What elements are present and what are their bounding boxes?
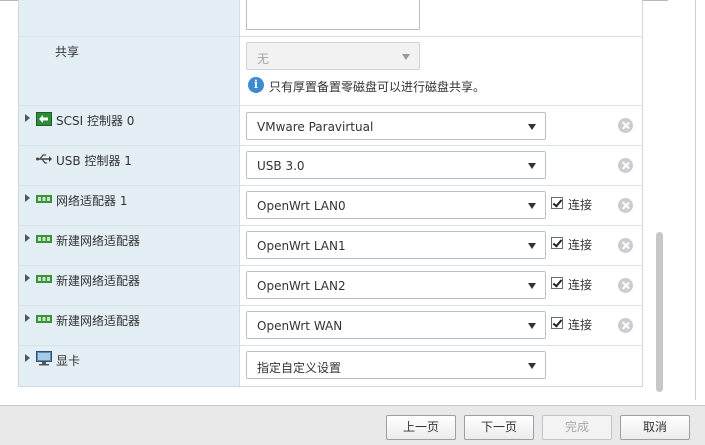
expand-chevron-icon[interactable]	[25, 234, 30, 242]
dialog-edge	[695, 0, 696, 400]
row-label: 新建网络适配器	[19, 266, 240, 305]
row-label: 显卡	[19, 346, 240, 386]
finish-button[interactable]: 完成	[542, 415, 612, 440]
expand-chevron-icon[interactable]	[25, 274, 30, 282]
row-sharing: 共享 无	[19, 37, 642, 106]
remove-icon[interactable]	[618, 118, 633, 133]
remove-icon[interactable]	[618, 238, 633, 253]
expand-chevron-icon[interactable]	[25, 194, 30, 202]
row-label: SCSI 控制器 0	[19, 106, 240, 145]
scsi-type-select[interactable]: VMware Paravirtual	[246, 112, 546, 140]
network-value: OpenWrt LAN1	[257, 239, 346, 253]
expand-chevron-icon[interactable]	[25, 114, 30, 122]
prev-page-button[interactable]: 上一页	[386, 415, 456, 440]
expand-chevron-icon[interactable]	[25, 354, 30, 362]
row-new-network-adapter: 新建网络适配器 OpenWrt LAN2 连接	[19, 266, 642, 306]
connect-label: 连接	[568, 318, 593, 332]
monitor-icon	[36, 351, 52, 366]
checkbox-checked[interactable]	[551, 237, 563, 249]
remove-icon[interactable]	[618, 318, 633, 333]
network-adapter-icon	[36, 275, 52, 283]
network-value: OpenWrt LAN0	[257, 199, 346, 213]
chevron-down-icon	[528, 243, 536, 249]
info-icon: i	[248, 77, 264, 93]
chevron-down-icon	[528, 163, 536, 169]
virtual-hardware-panel: 共享 无 i 只有厚置备置零磁盘可以进行磁盘共享。 SCSI 控制器 0 VMw…	[18, 0, 643, 387]
chevron-down-icon	[402, 54, 410, 60]
scsi-type-value: VMware Paravirtual	[257, 120, 374, 134]
row-previous-field	[19, 0, 642, 37]
sharing-select: 无	[246, 42, 420, 70]
row-new-network-adapter: 新建网络适配器 OpenWrt WAN 连接	[19, 306, 642, 346]
scsi-controller-icon	[36, 112, 52, 126]
scsi-label: SCSI 控制器 0	[56, 114, 135, 128]
network-select[interactable]: OpenWrt LAN0	[246, 191, 546, 219]
network-select[interactable]: OpenWrt LAN1	[246, 231, 546, 259]
row-label: USB 控制器 1	[19, 146, 240, 185]
chevron-down-icon	[528, 323, 536, 329]
network-adapter-icon	[36, 195, 52, 203]
network-adapter-label: 网络适配器 1	[56, 194, 128, 208]
row-new-network-adapter: 新建网络适配器 OpenWrt LAN1 连接	[19, 226, 642, 266]
chevron-down-icon	[528, 363, 536, 369]
remove-icon[interactable]	[618, 278, 633, 293]
chevron-down-icon	[528, 124, 536, 130]
row-scsi-controller: SCSI 控制器 0 VMware Paravirtual	[19, 106, 642, 146]
network-value: OpenWrt LAN2	[257, 279, 346, 293]
connect-label: 连接	[568, 198, 593, 212]
cancel-button[interactable]: 取消	[620, 415, 690, 440]
sharing-info-text: 只有厚置备置零磁盘可以进行磁盘共享。	[269, 80, 486, 94]
remove-icon[interactable]	[618, 158, 633, 173]
connect-label: 连接	[568, 238, 593, 252]
sharing-label: 共享	[55, 45, 80, 59]
vm-settings-dialog: 共享 无 i 只有厚置备置零磁盘可以进行磁盘共享。 SCSI 控制器 0 VMw…	[0, 0, 705, 445]
next-page-button[interactable]: 下一页	[464, 415, 534, 440]
video-card-label: 显卡	[56, 354, 81, 368]
remove-icon[interactable]	[618, 198, 633, 213]
scrollbar-thumb[interactable]	[656, 232, 663, 392]
video-settings-select[interactable]: 指定自定义设置	[246, 351, 546, 379]
row-video-card: 显卡 指定自定义设置	[19, 346, 642, 386]
previous-input[interactable]	[246, 0, 420, 30]
network-select[interactable]: OpenWrt WAN	[246, 311, 546, 339]
network-adapter-label: 新建网络适配器	[56, 234, 141, 248]
usb-type-value: USB 3.0	[257, 159, 305, 173]
chevron-down-icon	[528, 283, 536, 289]
row-network-adapter-1: 网络适配器 1 OpenWrt LAN0 连接	[19, 186, 642, 226]
usb-icon	[36, 154, 52, 164]
network-adapter-icon	[36, 315, 52, 323]
usb-type-select[interactable]: USB 3.0	[246, 151, 546, 179]
network-select[interactable]: OpenWrt LAN2	[246, 271, 546, 299]
network-adapter-icon	[36, 235, 52, 243]
connect-label: 连接	[568, 278, 593, 292]
network-adapter-label: 新建网络适配器	[56, 314, 141, 328]
sharing-value: 无	[257, 52, 270, 66]
row-label: 网络适配器 1	[19, 186, 240, 225]
network-value: OpenWrt WAN	[257, 319, 343, 333]
network-adapter-label: 新建网络适配器	[56, 274, 141, 288]
dialog-footer: 上一页 下一页 完成 取消	[0, 405, 705, 445]
row-label: 新建网络适配器	[19, 306, 240, 345]
expand-chevron-icon[interactable]	[25, 314, 30, 322]
checkbox-checked[interactable]	[551, 277, 563, 289]
video-settings-value: 指定自定义设置	[257, 361, 342, 375]
row-label: 共享	[19, 37, 240, 105]
chevron-down-icon	[528, 203, 536, 209]
checkbox-checked[interactable]	[551, 197, 563, 209]
row-label: 新建网络适配器	[19, 226, 240, 265]
usb-label: USB 控制器 1	[56, 154, 132, 168]
checkbox-checked[interactable]	[551, 317, 563, 329]
row-usb-controller: USB 控制器 1 USB 3.0	[19, 146, 642, 186]
